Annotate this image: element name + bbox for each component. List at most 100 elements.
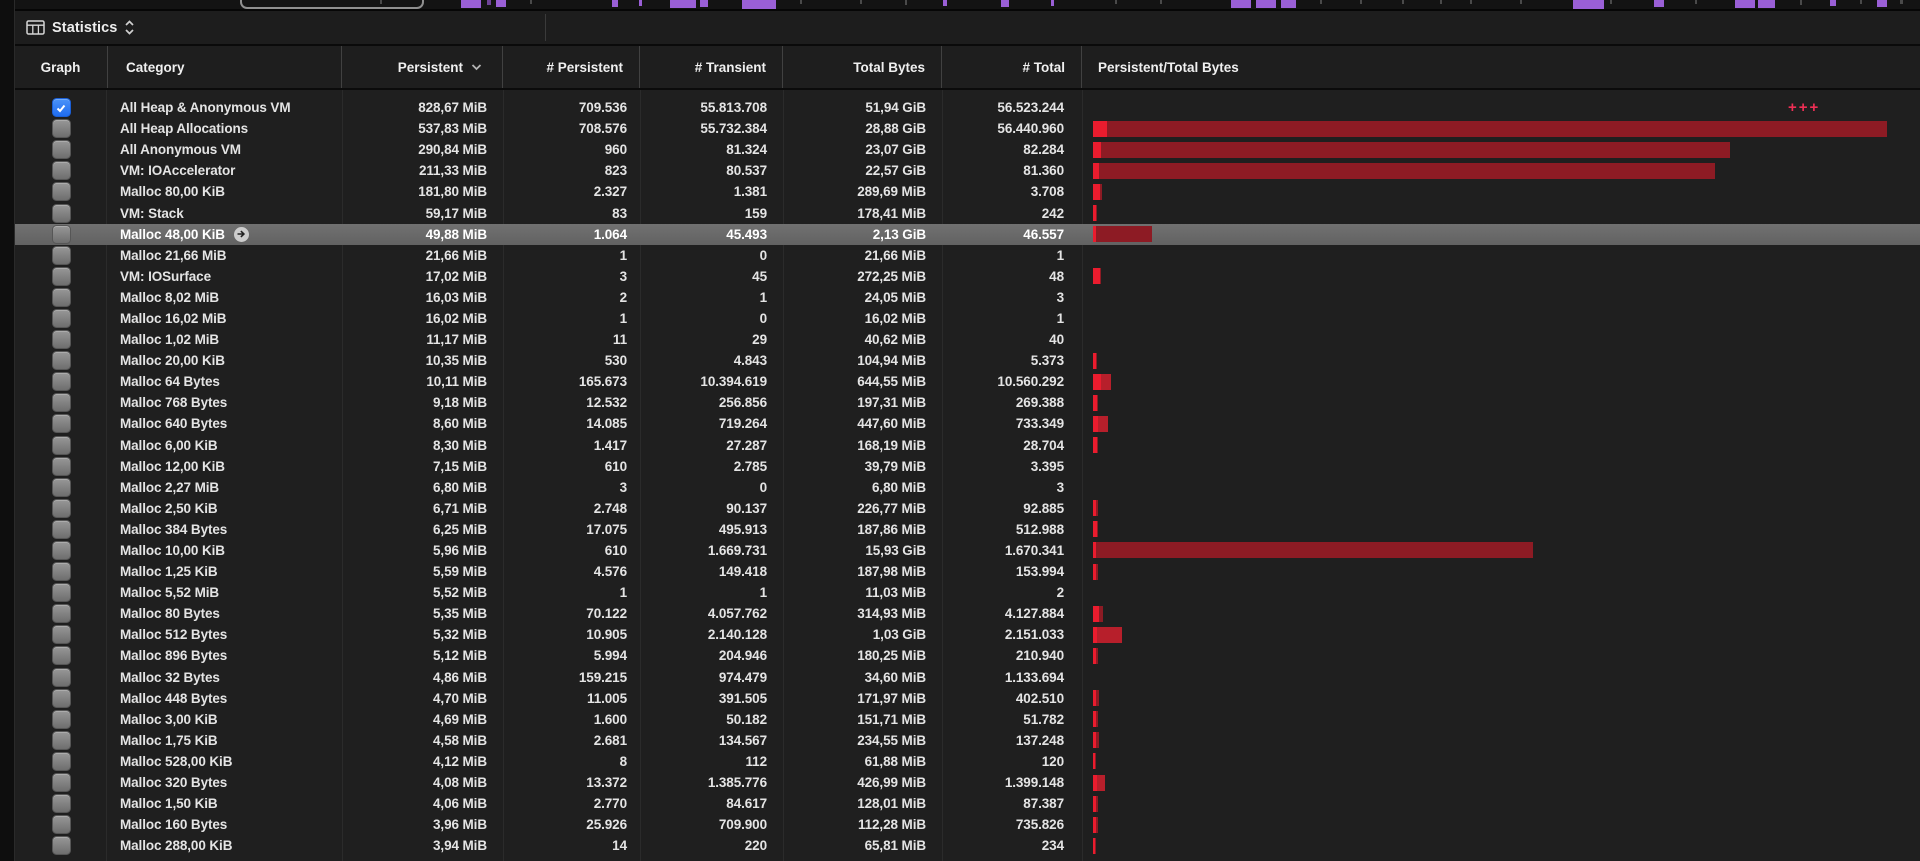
table-row[interactable]: VM: Stack 59,17 MiB 83 159 178,41 MiB 242 — [14, 202, 1920, 223]
graph-cell — [14, 350, 108, 371]
table-row[interactable]: Malloc 80,00 KiB 181,80 MiB 2.327 1.381 289,… — [14, 181, 1920, 202]
graph-checkbox[interactable] — [51, 351, 71, 371]
graph-checkbox[interactable] — [51, 140, 71, 160]
total-bytes-cell: 23,07 GiB — [865, 142, 926, 158]
table-row[interactable]: Malloc 80 Bytes 5,35 MiB 70.122 4.057.762 31… — [14, 603, 1920, 624]
table-row[interactable]: VM: IOSurface 17,02 MiB 3 45 272,25 MiB 48 — [14, 266, 1920, 287]
timeline-activity-mark — [1735, 0, 1755, 8]
table-row[interactable]: Malloc 1,25 KiB 5,59 MiB 4.576 149.418 187,9… — [14, 561, 1920, 582]
table-row[interactable]: Malloc 448 Bytes 4,70 MiB 11.005 391.505 171… — [14, 688, 1920, 709]
left-gutter — [0, 0, 15, 861]
column-header-num-transient[interactable]: # Transient — [640, 46, 783, 88]
persistent-total-bar-cell — [1082, 287, 1920, 308]
table-row[interactable]: Malloc 6,00 KiB 8,30 MiB 1.417 27.287 168,19… — [14, 435, 1920, 456]
graph-checkbox[interactable] — [51, 414, 71, 434]
graph-checkbox[interactable] — [51, 519, 71, 539]
graph-checkbox[interactable] — [51, 287, 71, 307]
graph-checkbox[interactable] — [51, 308, 71, 328]
graph-checkbox[interactable] — [51, 330, 71, 350]
persistent-cell: 9,18 MiB — [433, 395, 487, 411]
persistent-total-bar-cell — [1082, 688, 1920, 709]
graph-checkbox[interactable] — [51, 372, 71, 392]
table-row[interactable]: VM: IOAccelerator 211,33 MiB 823 80.537 22,5… — [14, 160, 1920, 181]
column-header-num-persistent[interactable]: # Persistent — [503, 46, 640, 88]
graph-checkbox[interactable] — [51, 266, 71, 286]
column-header-persistent[interactable]: Persistent — [342, 46, 503, 88]
table-row[interactable]: All Anonymous VM 290,84 MiB 960 81.324 23,07… — [14, 139, 1920, 160]
table-row[interactable]: All Heap Allocations 537,83 MiB 708.576 55.… — [14, 118, 1920, 139]
memory-usage-bar — [1093, 774, 1105, 791]
timeline-activity-mark — [496, 0, 506, 7]
table-row[interactable]: Malloc 640 Bytes 8,60 MiB 14.085 719.264 447… — [14, 413, 1920, 434]
column-header-graph[interactable]: Graph — [14, 46, 108, 88]
graph-checkbox[interactable] — [51, 646, 71, 666]
graph-checkbox[interactable] — [51, 730, 71, 750]
table-row[interactable]: Malloc 160 Bytes 3,96 MiB 25.926 709.900 112… — [14, 814, 1920, 835]
graph-checkbox[interactable] — [51, 751, 71, 771]
table-row[interactable]: Malloc 21,66 MiB 21,66 MiB 1 0 21,66 MiB 1 — [14, 245, 1920, 266]
graph-checkbox[interactable] — [51, 224, 71, 244]
category-cell: Malloc 10,00 KiB — [108, 540, 342, 561]
table-row[interactable]: Malloc 288,00 KiB 3,94 MiB 14 220 65,81 MiB 2… — [14, 835, 1920, 856]
graph-checkbox[interactable] — [51, 498, 71, 518]
table-row[interactable]: Malloc 32 Bytes 4,86 MiB 159.215 974.479 34,… — [14, 667, 1920, 688]
graph-checkbox[interactable] — [51, 119, 71, 139]
timeline-activity-mark — [1001, 0, 1009, 7]
graph-checkbox[interactable] — [51, 182, 71, 202]
graph-checkbox[interactable] — [51, 161, 71, 181]
graph-checkbox[interactable] — [51, 773, 71, 793]
table-row[interactable]: Malloc 1,50 KiB 4,06 MiB 2.770 84.617 128,01… — [14, 793, 1920, 814]
table-row[interactable]: Malloc 1,02 MiB 11,17 MiB 11 29 40,62 MiB 40 — [14, 329, 1920, 350]
table-row[interactable]: Malloc 896 Bytes 5,12 MiB 5.994 204.946 180,… — [14, 645, 1920, 666]
table-row[interactable]: Malloc 2,50 KiB 6,71 MiB 2.748 90.137 226,77… — [14, 498, 1920, 519]
column-header-category[interactable]: Category — [108, 46, 342, 88]
graph-checkbox[interactable] — [51, 688, 71, 708]
graph-checkbox[interactable] — [51, 477, 71, 497]
column-header-total-bytes[interactable]: Total Bytes — [783, 46, 942, 88]
graph-checkbox[interactable] — [51, 98, 71, 118]
table-row[interactable]: Malloc 64 Bytes 10,11 MiB 165.673 10.394.61… — [14, 371, 1920, 392]
table-row[interactable]: Malloc 3,00 KiB 4,69 MiB 1.600 50.182 151,71… — [14, 709, 1920, 730]
graph-checkbox[interactable] — [51, 709, 71, 729]
table-row[interactable]: Malloc 10,00 KiB 5,96 MiB 610 1.669.731 15,9… — [14, 540, 1920, 561]
graph-checkbox[interactable] — [51, 815, 71, 835]
graph-checkbox[interactable] — [51, 583, 71, 603]
table-row[interactable]: Malloc 5,52 MiB 5,52 MiB 1 1 11,03 MiB 2 — [14, 582, 1920, 603]
detail-view-jump-bar[interactable]: Statistics — [26, 19, 135, 36]
graph-checkbox[interactable] — [51, 245, 71, 265]
table-row[interactable]: Malloc 320 Bytes 4,08 MiB 13.372 1.385.776 4… — [14, 772, 1920, 793]
table-row[interactable]: Malloc 20,00 KiB 10,35 MiB 530 4.843 104,94 … — [14, 350, 1920, 371]
graph-checkbox[interactable] — [51, 562, 71, 582]
num-transient-cell: 495.913 — [718, 521, 767, 537]
graph-checkbox[interactable] — [51, 604, 71, 624]
num-transient-cell: 256.856 — [718, 395, 767, 411]
graph-checkbox[interactable] — [51, 435, 71, 455]
jump-to-arrow-icon[interactable] — [233, 226, 249, 242]
graph-checkbox[interactable] — [51, 794, 71, 814]
graph-checkbox[interactable] — [51, 203, 71, 223]
category-cell: Malloc 160 Bytes — [108, 814, 342, 835]
table-row[interactable]: Malloc 12,00 KiB 7,15 MiB 610 2.785 39,79 Mi… — [14, 456, 1920, 477]
graph-checkbox[interactable] — [51, 393, 71, 413]
table-row[interactable]: Malloc 16,02 MiB 16,02 MiB 1 0 16,02 MiB 1 — [14, 308, 1920, 329]
table-row[interactable]: All Heap & Anonymous VM 828,67 MiB 709.536… — [14, 97, 1920, 118]
table-row[interactable]: Malloc 528,00 KiB 4,12 MiB 8 112 61,88 MiB 12… — [14, 751, 1920, 772]
graph-checkbox[interactable] — [51, 541, 71, 561]
graph-checkbox[interactable] — [51, 625, 71, 645]
num-transient-cell: 220 — [744, 838, 767, 854]
table-row[interactable]: Malloc 48,00 KiB 49,88 MiB 1.064 45.493 2,13… — [14, 223, 1920, 245]
table-row[interactable]: Malloc 1,75 KiB 4,58 MiB 2.681 134.567 234,5… — [14, 730, 1920, 751]
table-row[interactable]: Malloc 512 Bytes 5,32 MiB 10.905 2.140.128 1… — [14, 624, 1920, 645]
graph-checkbox[interactable] — [51, 836, 71, 856]
graph-checkbox[interactable] — [51, 667, 71, 687]
num-persistent-cell: 708.576 — [578, 121, 627, 137]
table-row[interactable]: Malloc 8,02 MiB 16,03 MiB 2 1 24,05 MiB 3 — [14, 287, 1920, 308]
column-header-persistent-total-bytes[interactable]: Persistent/Total Bytes — [1082, 46, 1920, 88]
table-row[interactable]: Malloc 384 Bytes 6,25 MiB 17.075 495.913 187… — [14, 519, 1920, 540]
graph-cell — [14, 224, 108, 245]
persistent-cell: 6,25 MiB — [433, 521, 487, 537]
graph-checkbox[interactable] — [51, 456, 71, 476]
column-header-num-total[interactable]: # Total — [942, 46, 1082, 88]
table-row[interactable]: Malloc 768 Bytes 9,18 MiB 12.532 256.856 197… — [14, 392, 1920, 413]
table-row[interactable]: Malloc 2,27 MiB 6,80 MiB 3 0 6,80 MiB 3 — [14, 477, 1920, 498]
